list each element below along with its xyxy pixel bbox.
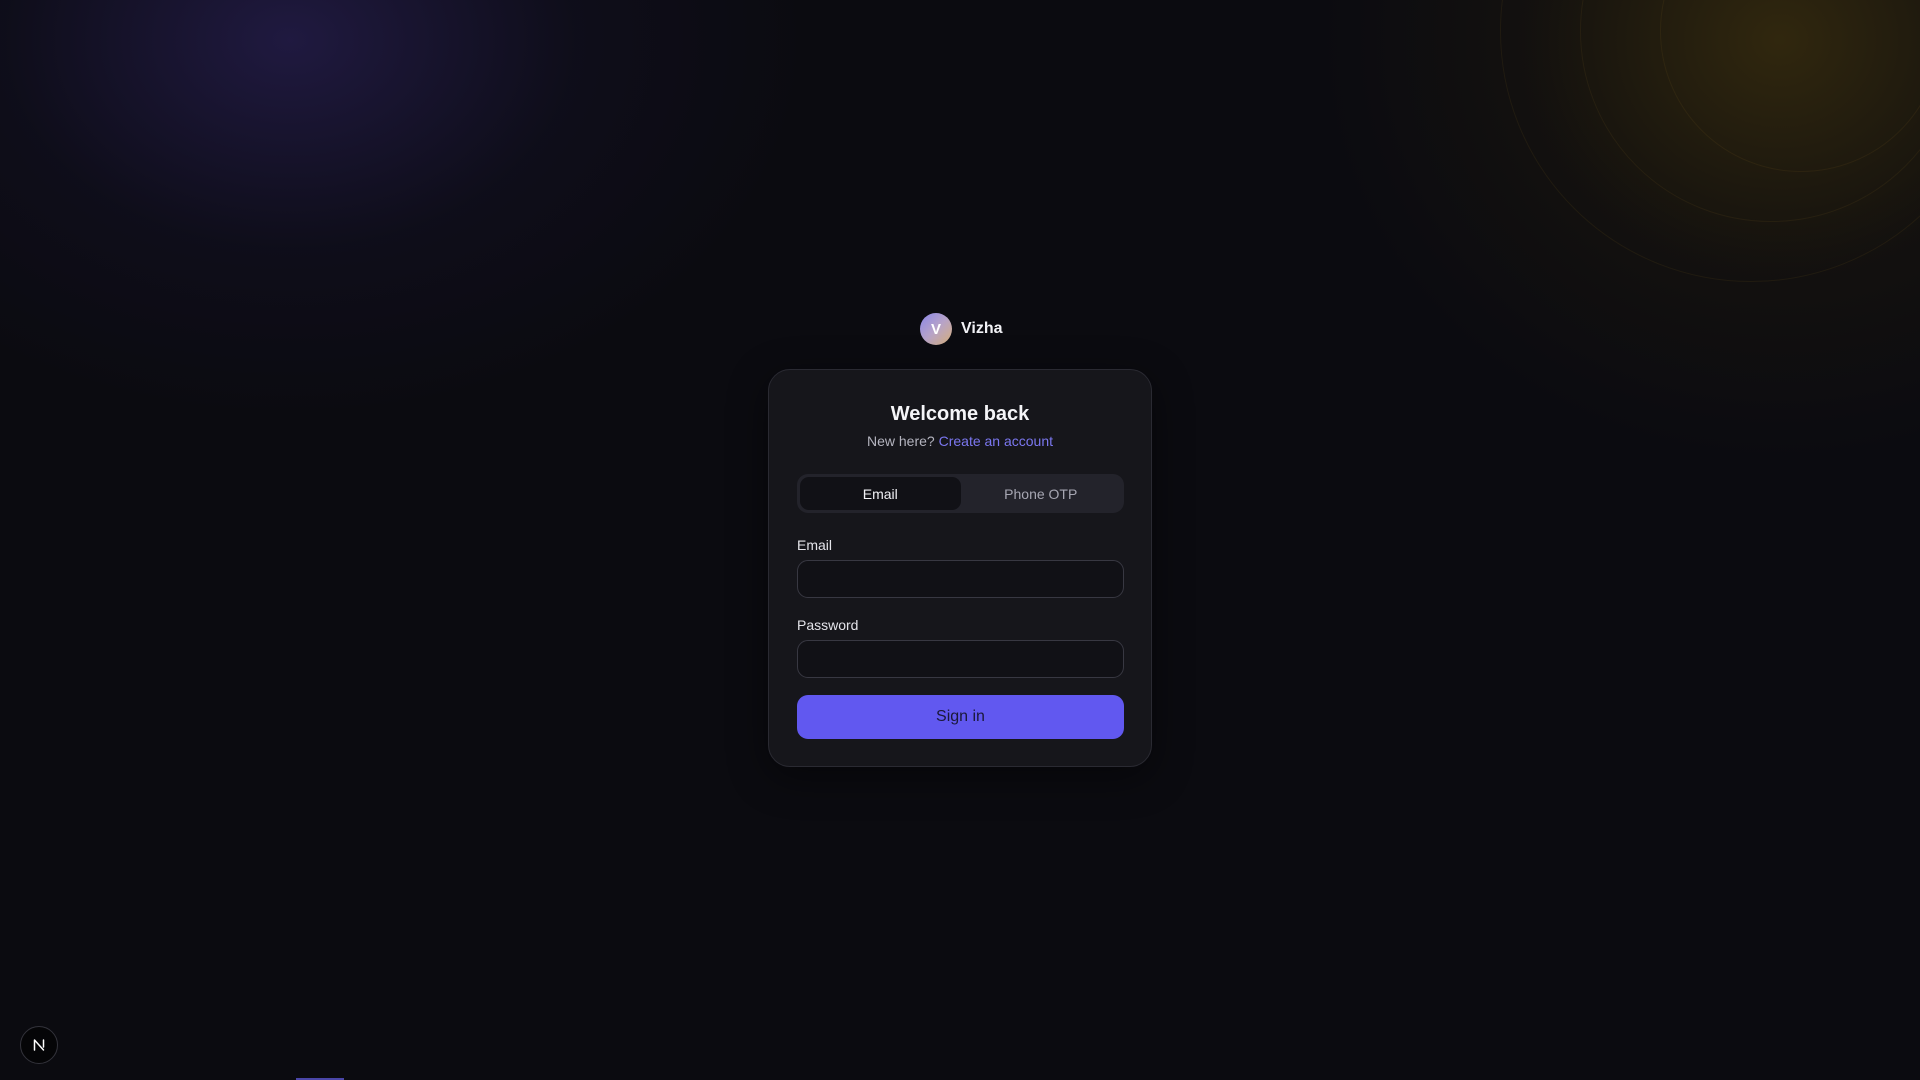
login-page: V Vizha Welcome back New here? Create an… <box>0 0 1920 1080</box>
brand-logo-avatar: V <box>920 313 952 345</box>
brand-name: Vizha <box>961 320 1003 337</box>
auth-method-tabs: Email Phone OTP <box>797 474 1124 513</box>
tab-phone-otp[interactable]: Phone OTP <box>961 477 1122 510</box>
card-title: Welcome back <box>890 403 1030 425</box>
password-label: Password <box>797 617 859 633</box>
password-field[interactable] <box>797 640 1124 678</box>
decorative-ring <box>1580 0 1920 222</box>
card-subtitle: New here? Create an account <box>769 433 1151 449</box>
tab-email[interactable]: Email <box>800 477 961 510</box>
create-account-link[interactable]: Create an account <box>939 433 1053 449</box>
subtitle-prefix: New here? <box>867 433 935 449</box>
email-field[interactable] <box>797 560 1124 598</box>
email-label: Email <box>797 537 833 553</box>
login-card: Welcome back New here? Create an account… <box>768 369 1152 767</box>
brand-header: V Vizha <box>920 313 1003 345</box>
n-logo-button[interactable] <box>20 1026 58 1064</box>
n-logo-icon <box>33 1039 45 1051</box>
sign-in-button[interactable]: Sign in <box>797 695 1124 739</box>
decorative-ring <box>1660 0 1920 172</box>
decorative-ring <box>1500 0 1920 282</box>
